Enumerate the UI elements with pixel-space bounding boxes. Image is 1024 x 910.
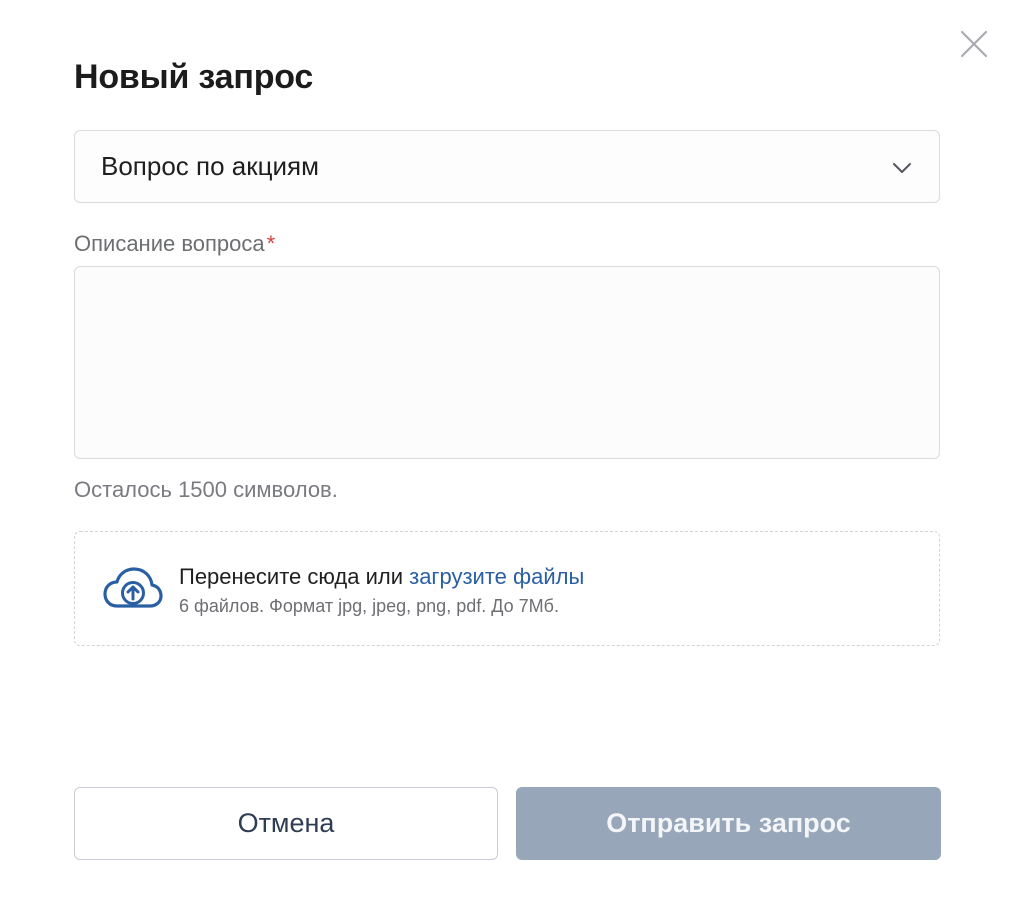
dropzone-hint: 6 файлов. Формат jpg, jpeg, png, pdf. До… bbox=[179, 596, 559, 616]
file-dropzone[interactable]: Перенесите сюда или загрузите файлы 6 фа… bbox=[74, 531, 940, 646]
cloud-upload-icon bbox=[103, 567, 163, 608]
cancel-button[interactable]: Отмена bbox=[74, 787, 498, 860]
submit-request-button[interactable]: Отправить запрос bbox=[516, 787, 941, 860]
topic-select-value: Вопрос по акциям bbox=[101, 151, 319, 181]
upload-files-link[interactable]: загрузите файлы bbox=[409, 564, 584, 589]
character-counter: Осталось 1500 символов. bbox=[74, 477, 338, 502]
dropzone-prefix: Перенесите сюда или bbox=[179, 564, 410, 589]
new-request-dialog: Новый запрос Вопрос по акциям Описание в… bbox=[0, 0, 1024, 910]
close-button[interactable] bbox=[956, 26, 992, 62]
required-mark: * bbox=[266, 231, 276, 256]
dialog-title: Новый запрос bbox=[74, 58, 314, 96]
description-textarea[interactable] bbox=[74, 266, 940, 459]
description-label: Описание вопроса* bbox=[74, 231, 275, 257]
description-label-text: Описание вопроса bbox=[74, 231, 265, 256]
topic-select[interactable]: Вопрос по акциям bbox=[74, 130, 940, 203]
close-icon bbox=[960, 30, 988, 58]
chevron-down-icon bbox=[893, 163, 911, 173]
dropzone-text: Перенесите сюда или загрузите файлы bbox=[179, 564, 584, 590]
